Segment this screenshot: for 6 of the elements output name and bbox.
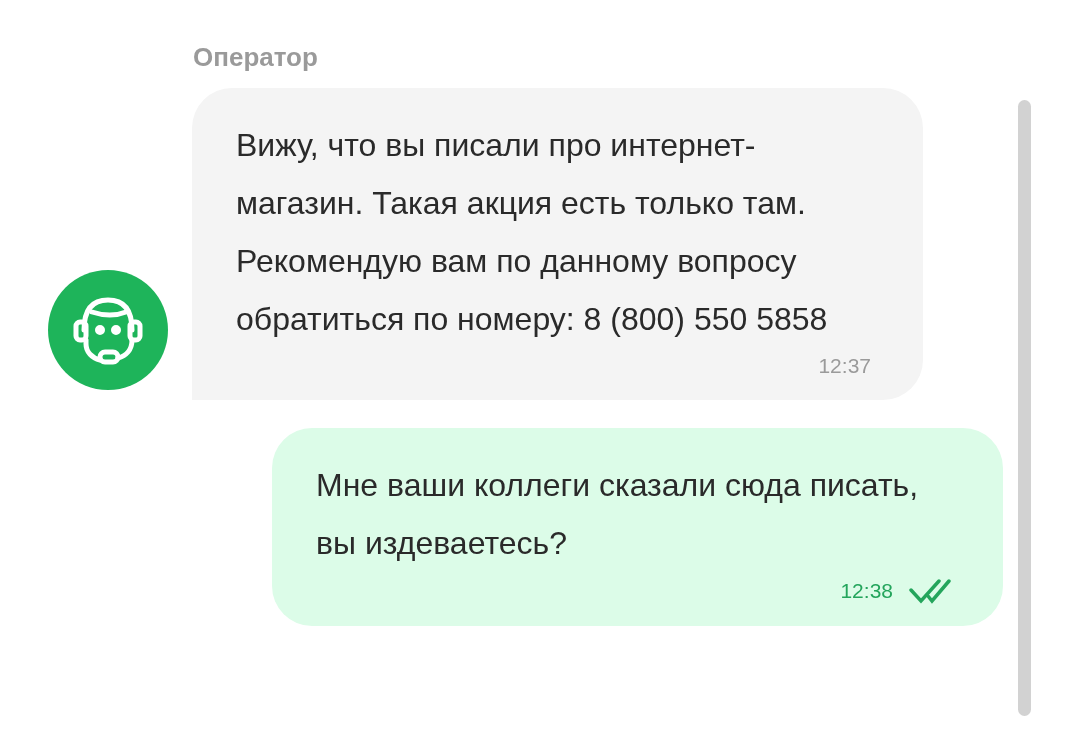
message-time: 12:37 (818, 354, 871, 378)
message-text: Мне ваши коллеги сказали сюда писать, вы издеваетесь? (316, 466, 920, 563)
message-time: 12:38 (840, 579, 893, 603)
message-text: Вижу, что вы писали про интернет-магазин. Такая акция есть только там. Рекомендую вам по данному вопросу обратиться по номеру: 8 (800) 550 5858 (236, 126, 829, 339)
sender-name: Оператор (193, 42, 319, 74)
scrollbar[interactable] (1018, 100, 1031, 716)
